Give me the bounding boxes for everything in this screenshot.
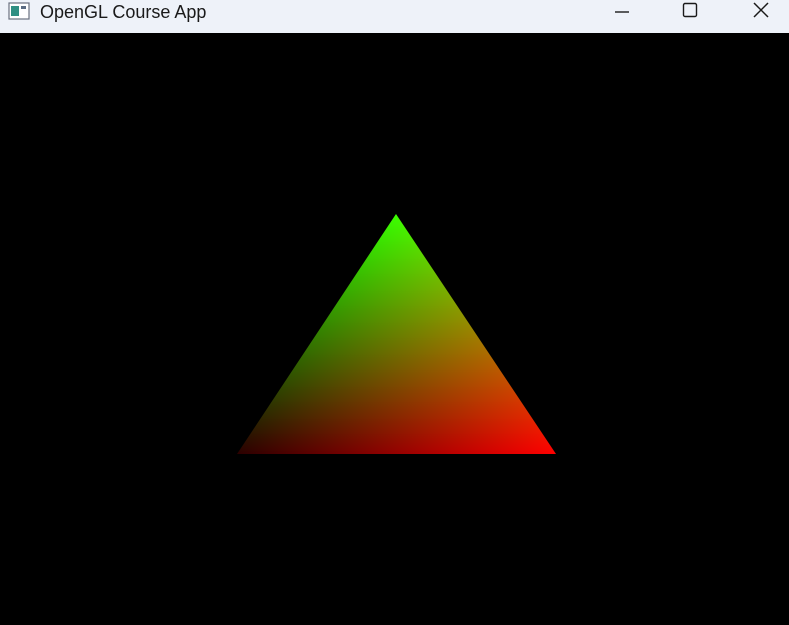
minimize-icon bbox=[614, 2, 630, 23]
minimize-button[interactable] bbox=[599, 0, 645, 25]
opengl-viewport[interactable] bbox=[0, 33, 789, 625]
window-app-icon bbox=[8, 2, 30, 20]
title-bar[interactable]: OpenGL Course App bbox=[0, 0, 789, 33]
app-window: OpenGL Course App bbox=[0, 0, 789, 625]
render-canvas bbox=[237, 214, 556, 454]
window-title: OpenGL Course App bbox=[40, 2, 207, 22]
color-triangle bbox=[237, 214, 556, 454]
close-icon bbox=[752, 1, 770, 24]
maximize-button[interactable] bbox=[667, 0, 713, 25]
maximize-icon bbox=[682, 2, 698, 23]
close-button[interactable] bbox=[738, 0, 784, 25]
